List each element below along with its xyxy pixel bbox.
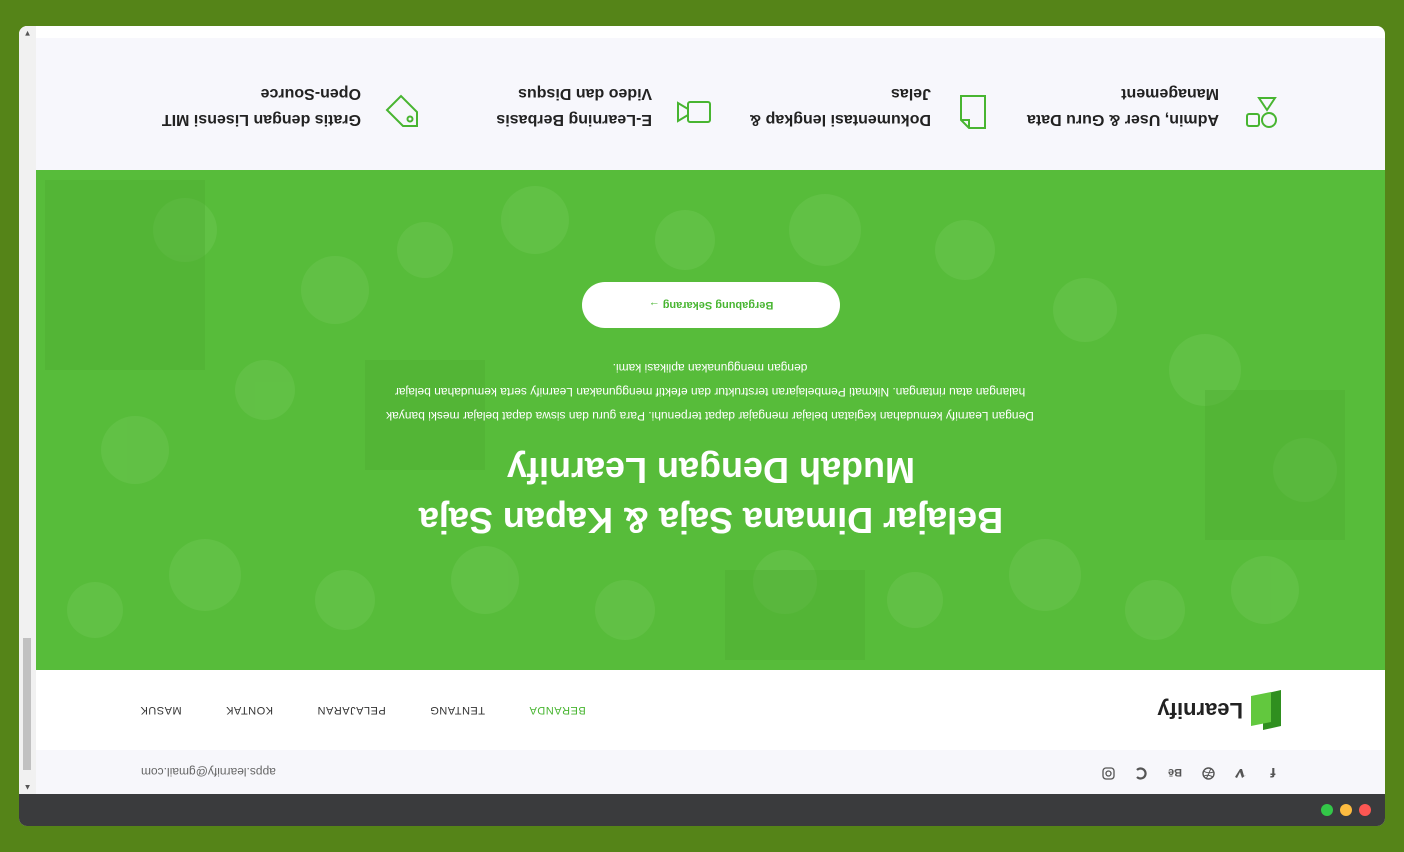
page-content: f Bē apps.learnify@gmail.com Learnify BE… bbox=[36, 38, 1385, 794]
feature-item: Dokumentasi lengkap & Jelas bbox=[731, 80, 993, 132]
facebook-icon[interactable]: f bbox=[1266, 765, 1280, 779]
nav-menu: BERANDA TENTANG PELAJARAN KONTAK MASUK bbox=[140, 704, 586, 716]
main-navbar: Learnify BERANDA TENTANG PELAJARAN KONTA… bbox=[36, 670, 1385, 750]
video-icon bbox=[677, 101, 711, 123]
window-controls bbox=[1321, 804, 1371, 816]
feature-title: Gratis dengan Lisensi MIT Open-Source bbox=[161, 85, 361, 128]
vertical-scrollbar[interactable]: ▲ ▼ bbox=[19, 26, 36, 794]
dribbble-icon[interactable] bbox=[1202, 764, 1216, 780]
nav-item-beranda[interactable]: BERANDA bbox=[529, 704, 586, 716]
feature-item: E-Learning Berbasis Video dan Disqus bbox=[452, 80, 714, 132]
document-icon bbox=[960, 95, 986, 129]
features-section: Admin, User & Guru Data Management Dokum… bbox=[36, 38, 1385, 170]
contact-email[interactable]: apps.learnify@gmail.com bbox=[141, 765, 276, 779]
feature-item: Admin, User & Guru Data Management bbox=[1019, 80, 1281, 132]
learnify-logo-icon bbox=[1251, 690, 1281, 730]
minimize-window-button[interactable] bbox=[1340, 804, 1352, 816]
maximize-window-button[interactable] bbox=[1321, 804, 1333, 816]
scrollbar-thumb[interactable] bbox=[23, 638, 31, 770]
tag-icon bbox=[385, 94, 418, 127]
scroll-up-arrow-icon[interactable]: ▲ bbox=[19, 780, 36, 794]
hero-section: Belajar Dimana Saja & Kapan Saja Mudah D… bbox=[36, 170, 1385, 670]
feature-title: Admin, User & Guru Data Management bbox=[1026, 85, 1219, 128]
social-links: f Bē bbox=[1102, 764, 1280, 780]
feature-title: Dokumentasi lengkap & Jelas bbox=[749, 85, 931, 128]
vimeo-icon[interactable] bbox=[1234, 765, 1248, 780]
nav-item-masuk[interactable]: MASUK bbox=[140, 704, 182, 716]
scroll-down-arrow-icon[interactable]: ▼ bbox=[19, 26, 36, 40]
feature-item: Gratis dengan Lisensi MIT Open-Source bbox=[161, 80, 423, 132]
nav-item-kontak[interactable]: KONTAK bbox=[226, 704, 273, 716]
feature-title: E-Learning Berbasis Video dan Disqus bbox=[496, 85, 652, 128]
shapes-icon bbox=[1246, 97, 1277, 128]
instagram-icon[interactable] bbox=[1102, 764, 1116, 780]
hero-title: Belajar Dimana Saja & Kapan Saja Mudah D… bbox=[418, 450, 1004, 541]
hero-description: Dengan Learnify kemudahan kegiatan belaj… bbox=[386, 361, 1034, 423]
behance-icon[interactable]: Bē bbox=[1166, 766, 1184, 778]
join-now-button[interactable]: Bergabung Sekarang → bbox=[582, 282, 840, 328]
opencollective-icon[interactable] bbox=[1134, 764, 1148, 780]
window-titlebar bbox=[19, 794, 1385, 826]
close-window-button[interactable] bbox=[1359, 804, 1371, 816]
logo-text: Learnify bbox=[1157, 698, 1243, 723]
top-contact-bar: f Bē apps.learnify@gmail.com bbox=[36, 750, 1385, 794]
nav-item-tentang[interactable]: TENTANG bbox=[430, 704, 485, 716]
hero-content: Belajar Dimana Saja & Kapan Saja Mudah D… bbox=[36, 170, 1385, 670]
nav-item-pelajaran[interactable]: PELAJARAN bbox=[317, 704, 386, 716]
browser-window: f Bē apps.learnify@gmail.com Learnify BE… bbox=[19, 26, 1385, 826]
logo[interactable]: Learnify bbox=[1157, 690, 1281, 730]
